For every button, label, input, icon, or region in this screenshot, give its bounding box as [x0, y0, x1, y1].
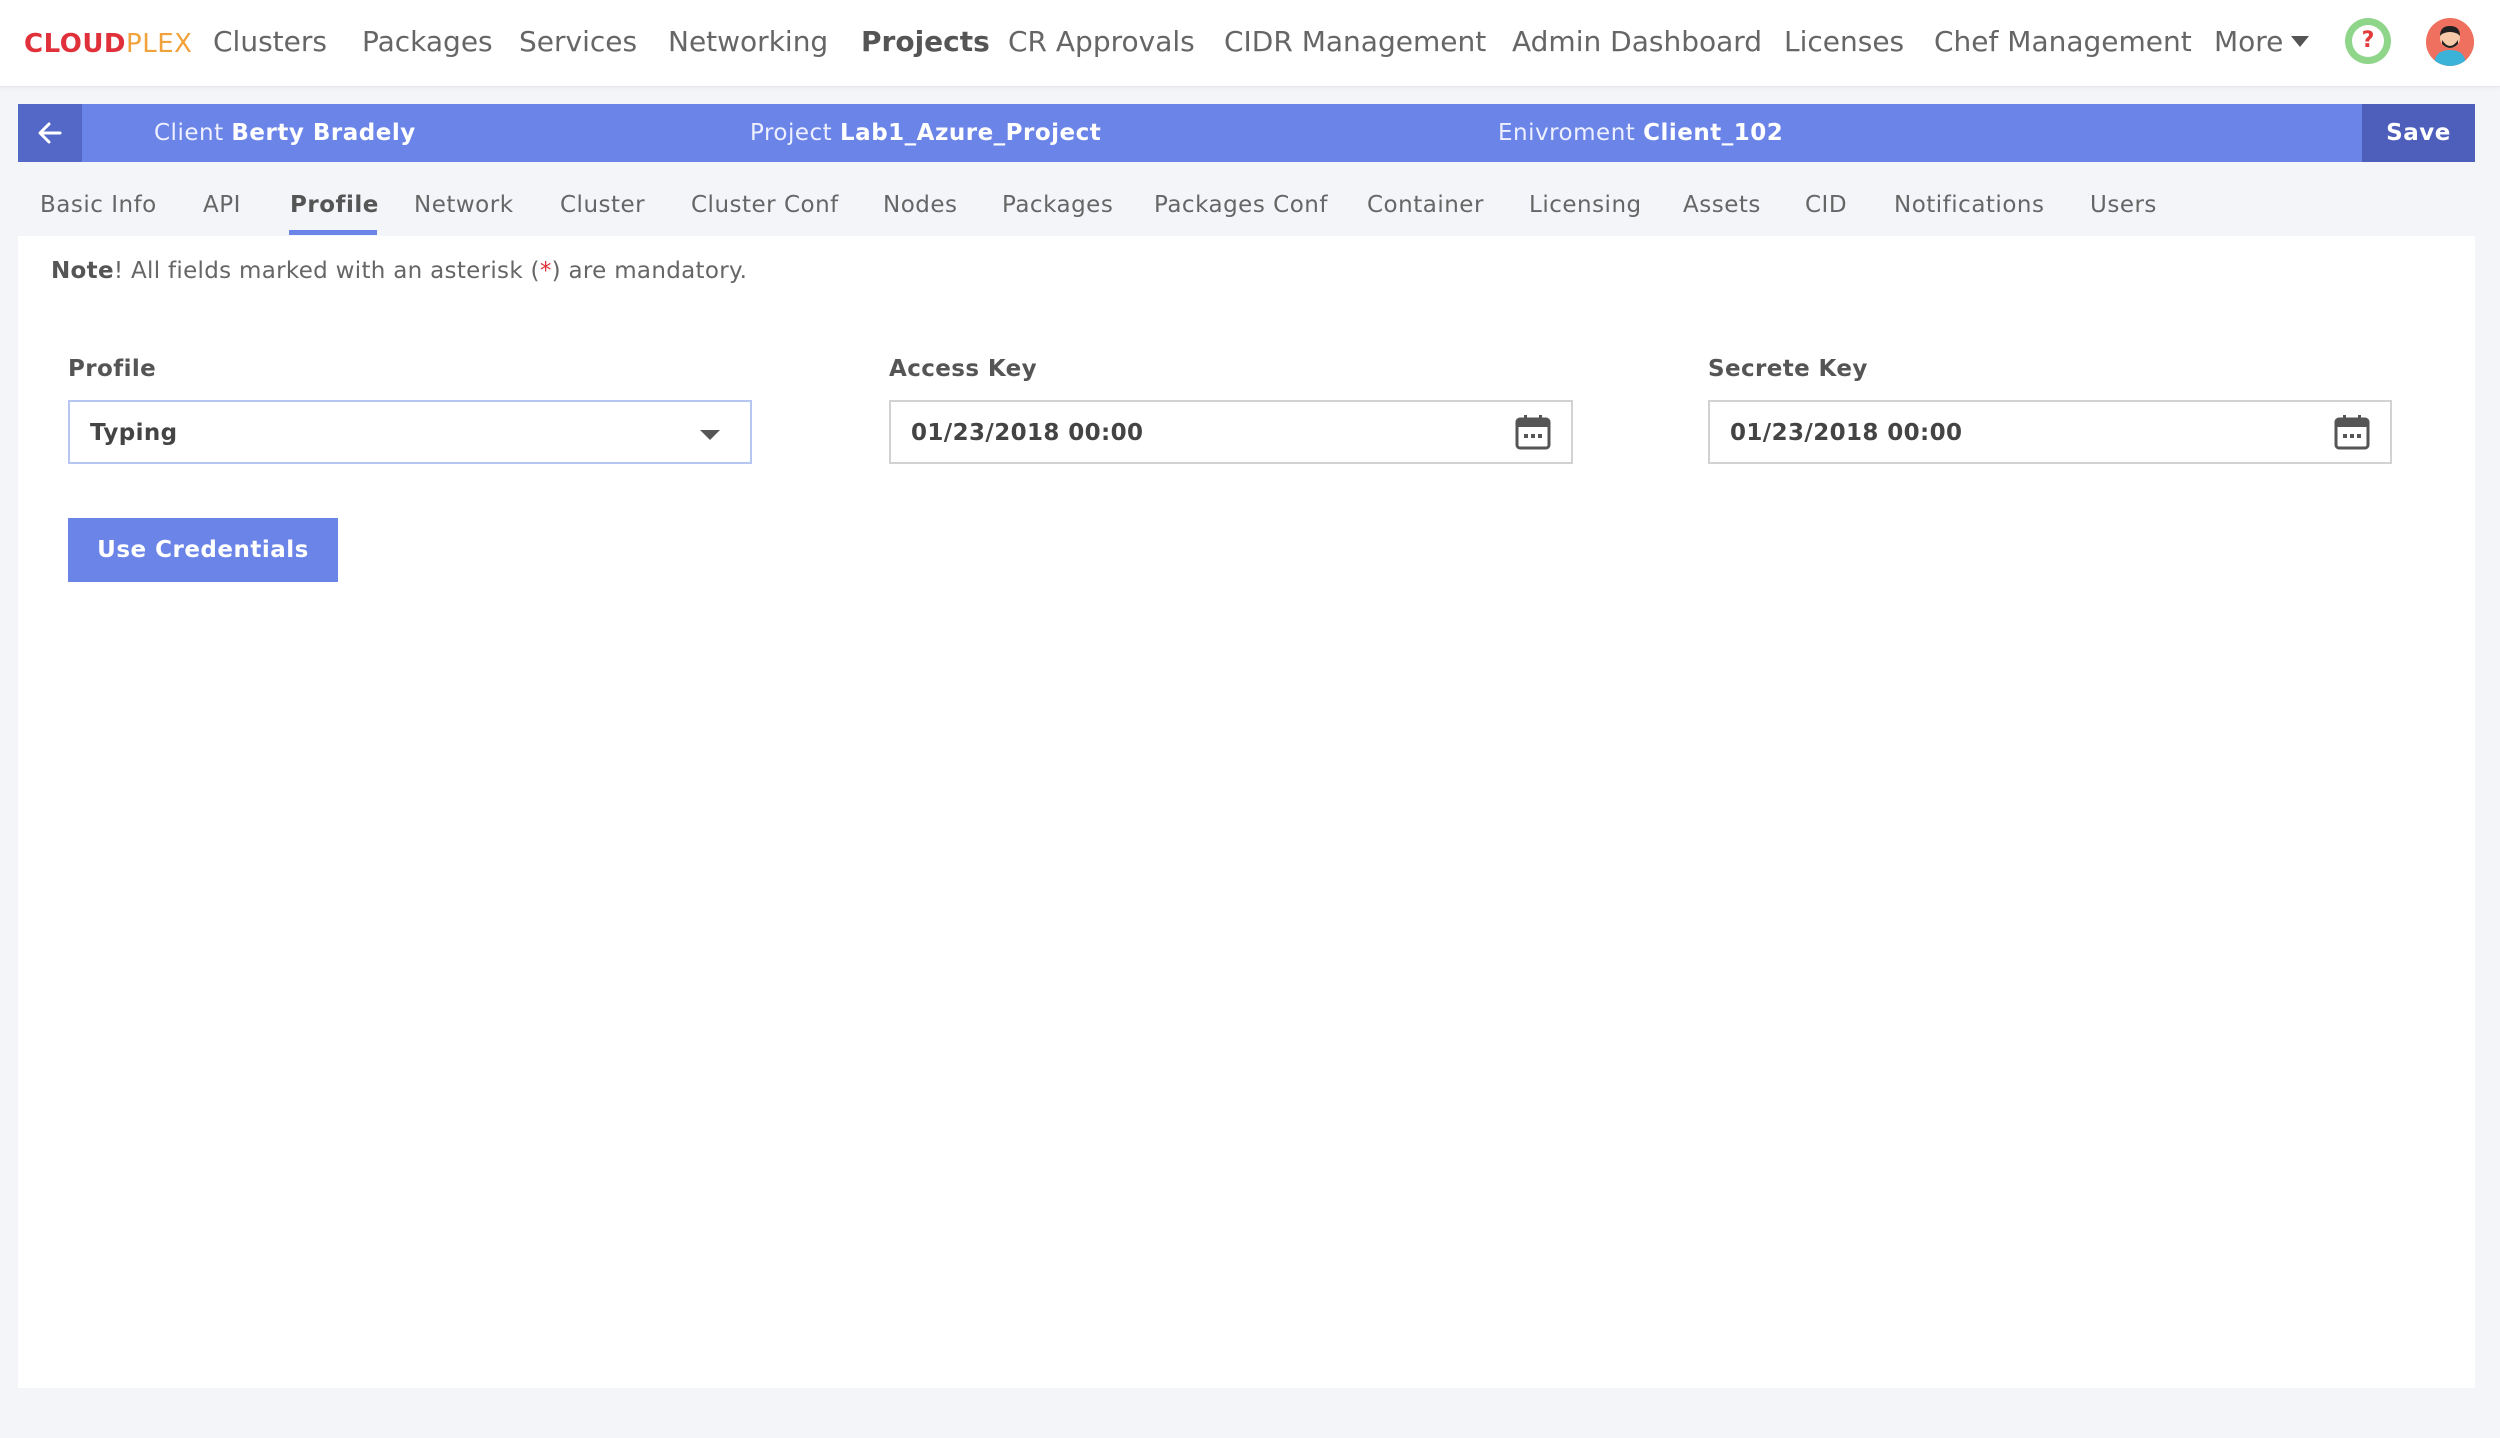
- project-info: Project Lab1_Azure_Project: [750, 118, 1101, 148]
- main-nav: Clusters Packages Services Networking Pr…: [0, 0, 2500, 87]
- active-tab-indicator: [289, 230, 377, 235]
- tab-container[interactable]: Container: [1367, 190, 1484, 220]
- tab-api[interactable]: API: [203, 190, 241, 220]
- tab-packages[interactable]: Packages: [1002, 190, 1113, 220]
- save-button[interactable]: Save: [2362, 104, 2475, 162]
- top-navbar: CLOUDPLEX Clusters Packages Services Net…: [0, 0, 2500, 87]
- nav-licenses[interactable]: Licenses: [1784, 24, 1904, 60]
- nav-networking[interactable]: Networking: [668, 24, 828, 60]
- nav-more[interactable]: More: [2214, 24, 2310, 60]
- access-key-value: 01/23/2018 00:00: [911, 420, 1144, 446]
- client-value: Berty Bradely: [231, 120, 416, 146]
- tab-cluster[interactable]: Cluster: [560, 190, 645, 220]
- tab-assets[interactable]: Assets: [1683, 190, 1761, 220]
- tab-cid[interactable]: CID: [1805, 190, 1847, 220]
- use-credentials-button[interactable]: Use Credentials: [68, 518, 338, 582]
- tab-network[interactable]: Network: [414, 190, 514, 220]
- nav-admin-dashboard[interactable]: Admin Dashboard: [1512, 24, 1762, 60]
- question-mark-glyph: ?: [2352, 25, 2384, 57]
- nav-cr-approvals[interactable]: CR Approvals: [1008, 24, 1195, 60]
- mandatory-fields-note: Note! All fields marked with an asterisk…: [51, 256, 747, 286]
- nav-projects[interactable]: Projects: [861, 24, 990, 60]
- caret-down-icon: [2291, 35, 2310, 47]
- note-asterisk: *: [539, 258, 552, 284]
- tab-packages-conf[interactable]: Packages Conf: [1154, 190, 1328, 220]
- nav-more-label: More: [2214, 25, 2284, 58]
- tab-notifications[interactable]: Notifications: [1894, 190, 2044, 220]
- tab-users[interactable]: Users: [2090, 190, 2157, 220]
- question-circle-icon[interactable]: ?: [2345, 18, 2391, 64]
- avatar-illustration: [2426, 18, 2474, 66]
- tab-basic-info[interactable]: Basic Info: [40, 190, 157, 220]
- nav-packages[interactable]: Packages: [362, 24, 493, 60]
- nav-cidr-management[interactable]: CIDR Management: [1224, 24, 1486, 60]
- note-prefix: Note: [51, 258, 114, 284]
- nav-services[interactable]: Services: [519, 24, 637, 60]
- secret-key-label: Secrete Key: [1708, 356, 1868, 382]
- tab-nodes[interactable]: Nodes: [883, 190, 958, 220]
- tab-licensing[interactable]: Licensing: [1529, 190, 1642, 220]
- environment-info: Enivroment Client_102: [1498, 118, 1783, 148]
- profile-select-value: Typing: [90, 420, 178, 446]
- project-tabs: Basic Info API Profile Network Cluster C…: [0, 180, 2500, 236]
- calendar-icon[interactable]: [2333, 413, 2371, 451]
- access-key-label: Access Key: [889, 356, 1038, 382]
- tab-cluster-conf[interactable]: Cluster Conf: [691, 190, 839, 220]
- note-text-after: ) are mandatory.: [551, 258, 748, 284]
- profile-select[interactable]: Typing: [68, 400, 752, 464]
- user-avatar-icon[interactable]: [2426, 18, 2474, 66]
- note-text-before: ! All fields marked with an asterisk (: [113, 258, 540, 284]
- tab-profile[interactable]: Profile: [290, 190, 379, 220]
- project-label: Project: [750, 120, 833, 146]
- profile-form-card: Note! All fields marked with an asterisk…: [18, 236, 2475, 1388]
- arrow-left-icon: [38, 122, 62, 144]
- access-key-field[interactable]: 01/23/2018 00:00: [889, 400, 1573, 464]
- nav-chef-management[interactable]: Chef Management: [1934, 24, 2192, 60]
- project-header-bar: Client Berty Bradely Project Lab1_Azure_…: [18, 104, 2475, 162]
- back-button[interactable]: [18, 104, 82, 162]
- project-value: Lab1_Azure_Project: [840, 120, 1102, 146]
- client-label: Client: [154, 120, 224, 146]
- nav-clusters[interactable]: Clusters: [213, 24, 327, 60]
- caret-down-icon: [700, 430, 720, 440]
- client-info: Client Berty Bradely: [154, 118, 416, 148]
- profile-label: Profile: [68, 356, 157, 382]
- secret-key-field[interactable]: 01/23/2018 00:00: [1708, 400, 2392, 464]
- calendar-icon[interactable]: [1514, 413, 1552, 451]
- environment-label: Enivroment: [1498, 120, 1636, 146]
- secret-key-value: 01/23/2018 00:00: [1730, 420, 1963, 446]
- environment-value: Client_102: [1643, 120, 1784, 146]
